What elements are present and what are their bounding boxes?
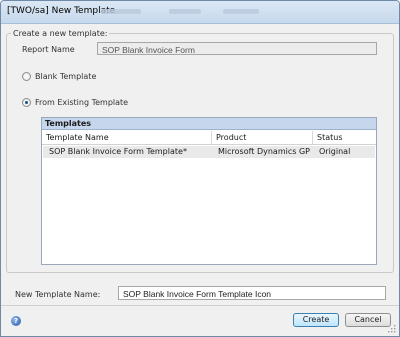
report-name-field: SOP Blank Invoice Form bbox=[97, 42, 377, 55]
window-title: [TWO/sa] New Template bbox=[7, 6, 116, 16]
new-template-name-input[interactable]: SOP Blank Invoice Form Template Icon bbox=[118, 286, 386, 300]
resize-grip-icon[interactable] bbox=[388, 325, 396, 333]
new-template-dialog: [TWO/sa] New Template Create a new templ… bbox=[0, 0, 400, 337]
row-status: Original bbox=[319, 147, 351, 156]
column-header-product[interactable]: Product bbox=[212, 131, 313, 144]
help-icon[interactable]: ? bbox=[11, 316, 21, 326]
row-product: Microsoft Dynamics GP bbox=[218, 147, 310, 156]
column-header-template-name[interactable]: Template Name bbox=[42, 131, 212, 144]
title-bar-faded-text bbox=[223, 9, 259, 14]
row-template-name: SOP Blank Invoice Form Template* bbox=[49, 147, 187, 156]
blank-template-label[interactable]: Blank Template bbox=[35, 72, 96, 81]
title-bar-faded-text bbox=[169, 9, 201, 14]
cancel-button[interactable]: Cancel bbox=[345, 313, 391, 327]
from-existing-template-label[interactable]: From Existing Template bbox=[35, 98, 128, 107]
blank-template-radio[interactable] bbox=[22, 72, 31, 81]
column-header-status[interactable]: Status bbox=[313, 131, 376, 144]
from-existing-template-radio[interactable] bbox=[22, 98, 31, 107]
footer-divider bbox=[1, 305, 399, 306]
report-name-label: Report Name bbox=[22, 45, 75, 54]
templates-list[interactable]: Templates Template Name Product Status S… bbox=[41, 117, 377, 265]
templates-list-title: Templates bbox=[42, 118, 376, 130]
templates-list-header: Template Name Product Status bbox=[42, 131, 376, 145]
table-row[interactable]: SOP Blank Invoice Form Template* Microso… bbox=[43, 146, 375, 158]
group-legend: Create a new template: bbox=[11, 29, 110, 38]
title-bar-faded-text bbox=[101, 9, 141, 14]
new-template-name-label: New Template Name: bbox=[15, 290, 101, 299]
create-button[interactable]: Create bbox=[293, 313, 339, 327]
title-bar[interactable]: [TWO/sa] New Template bbox=[1, 1, 399, 24]
